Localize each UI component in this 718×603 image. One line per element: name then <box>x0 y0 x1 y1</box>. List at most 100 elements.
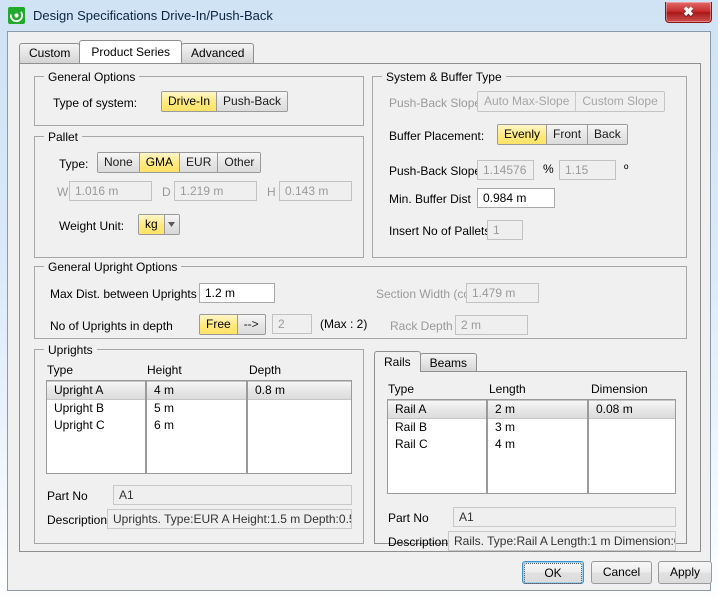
buffer-placement-segmented[interactable]: Evenly Front Back <box>497 124 628 145</box>
pallet-width-label: W <box>57 185 69 199</box>
section-width-field[interactable]: 1.479 m <box>466 283 539 303</box>
no-uprights-field[interactable]: 2 <box>272 314 312 334</box>
buffer-placement-option-front[interactable]: Front <box>547 125 589 144</box>
type-of-system-option-drive-in[interactable]: Drive-In <box>162 92 218 111</box>
list-item[interactable]: Upright A <box>47 381 145 400</box>
uprights-height-list[interactable]: 4 m 5 m 6 m <box>146 380 247 474</box>
percent-symbol: % <box>543 162 554 176</box>
pallet-depth-field[interactable]: 1.219 m <box>174 181 257 201</box>
list-item[interactable]: Rail A <box>388 400 486 419</box>
list-item[interactable]: 6 m <box>147 417 246 434</box>
rails-panel: Type Length Dimension Rail A Rail B Rail… <box>374 371 687 551</box>
rails-dimension-list[interactable]: 0.08 m <box>588 399 676 494</box>
list-item[interactable]: 5 m <box>147 400 246 417</box>
uprights-header-depth: Depth <box>249 363 282 377</box>
uprights-depth-list[interactable]: 0.8 m <box>247 380 352 474</box>
section-width-label: Section Width (cc) <box>376 287 474 301</box>
ok-button[interactable]: OK <box>522 561 584 584</box>
degree-symbol: º <box>624 162 629 176</box>
type-of-system-option-push-back[interactable]: Push-Back <box>217 92 288 111</box>
list-item[interactable]: 3 m <box>488 419 587 436</box>
push-back-slope-option-custom[interactable]: Custom Slope <box>576 92 664 111</box>
push-back-slope-segmented[interactable]: Auto Max-Slope Custom Slope <box>477 91 665 112</box>
pallet-width-field[interactable]: 1.016 m <box>69 181 152 201</box>
product-series-panel: General Options Type of system: Drive-In… <box>19 63 701 552</box>
list-item[interactable]: Rail B <box>388 419 486 436</box>
tab-advanced[interactable]: Advanced <box>181 43 255 63</box>
list-item[interactable]: 0.8 m <box>248 381 351 400</box>
weight-unit-label: Weight Unit: <box>59 219 125 233</box>
rails-type-list[interactable]: Rail A Rail B Rail C <box>387 399 487 494</box>
pallet-legend: Pallet <box>44 130 83 144</box>
min-buffer-dist-field[interactable]: 0.984 m <box>477 188 555 208</box>
pallet-type-segmented[interactable]: None GMA EUR Other <box>97 152 262 173</box>
uprights-type-list[interactable]: Upright A Upright B Upright C <box>46 380 146 474</box>
dialog-window: Design Specifications Drive-In/Push-Back… <box>0 0 718 603</box>
no-uprights-mode-toggle[interactable]: Free --> <box>199 314 266 335</box>
tab-rails[interactable]: Rails <box>374 351 421 372</box>
weight-unit-value[interactable]: kg <box>139 215 165 234</box>
general-upright-legend: General Upright Options <box>44 260 182 274</box>
push-back-slope-type-label: Push-Back Slope: <box>389 96 485 110</box>
general-options-group: General Options Type of system: Drive-In… <box>34 70 364 126</box>
push-back-slope-option-auto[interactable]: Auto Max-Slope <box>478 92 577 111</box>
pallet-type-option-eur[interactable]: EUR <box>180 153 219 172</box>
uprights-part-no-field[interactable]: A1 <box>113 485 352 505</box>
weight-unit-combobox[interactable]: kg <box>138 214 180 235</box>
list-item[interactable]: Upright B <box>47 400 145 417</box>
pallet-type-option-gma[interactable]: GMA <box>139 153 181 172</box>
uprights-description-label: Description <box>47 513 108 527</box>
uprights-part-no-label: Part No <box>47 489 88 503</box>
rails-part-no-field[interactable]: A1 <box>453 507 676 527</box>
pallet-height-label: H <box>267 185 276 199</box>
slope-percent-field[interactable]: 1.14576 <box>477 160 534 180</box>
rails-description-label: Description <box>388 535 449 549</box>
rails-description-field[interactable]: Rails. Type:Rail A Length:1 m Dimension:… <box>448 531 676 551</box>
list-item[interactable]: 4 m <box>488 436 587 453</box>
pallet-height-field[interactable]: 0.143 m <box>279 181 352 201</box>
list-item[interactable]: 0.08 m <box>589 400 675 419</box>
apply-button[interactable]: Apply <box>658 561 712 584</box>
uprights-header-type: Type <box>47 363 74 377</box>
buffer-placement-label: Buffer Placement: <box>389 129 485 143</box>
max-dist-label: Max Dist. between Uprights <box>50 287 197 301</box>
buffer-placement-option-evenly[interactable]: Evenly <box>498 125 548 144</box>
general-upright-options-group: General Upright Options Max Dist. betwee… <box>34 260 687 339</box>
list-item[interactable]: Upright C <box>47 417 145 434</box>
pallet-type-option-other[interactable]: Other <box>218 153 261 172</box>
ok-button-label: OK <box>524 563 582 584</box>
close-button[interactable]: ✖ <box>665 2 712 23</box>
slope-label: Push-Back Slope <box>389 164 482 178</box>
pallet-type-option-none[interactable]: None <box>98 153 140 172</box>
max-note: (Max : 2) <box>320 317 368 331</box>
no-uprights-arrow-button[interactable]: --> <box>237 315 265 334</box>
max-dist-field[interactable]: 1.2 m <box>199 283 275 303</box>
uprights-description-field[interactable]: Uprights. Type:EUR A Height:1.5 m Depth:… <box>107 509 352 529</box>
main-tabstrip: Custom Product Series Advanced <box>19 40 255 63</box>
rails-header-type: Type <box>388 382 415 396</box>
rails-tabstrip: Rails Beams <box>374 351 478 372</box>
pallet-depth-label: D <box>162 185 171 199</box>
rails-header-length: Length <box>489 382 526 396</box>
tab-beams[interactable]: Beams <box>419 353 478 372</box>
system-buffer-group: System & Buffer Type Push-Back Slope: Au… <box>372 70 687 258</box>
list-item[interactable]: 4 m <box>147 381 246 400</box>
type-of-system-segmented[interactable]: Drive-In Push-Back <box>161 91 289 112</box>
title-bar: Design Specifications Drive-In/Push-Back… <box>0 0 718 30</box>
list-item[interactable]: 2 m <box>488 400 587 419</box>
list-item[interactable]: Rail C <box>388 436 486 453</box>
rails-length-list[interactable]: 2 m 3 m 4 m <box>487 399 588 494</box>
no-uprights-mode-free[interactable]: Free <box>200 315 238 334</box>
chevron-down-icon[interactable] <box>164 215 179 234</box>
buffer-placement-option-back[interactable]: Back <box>588 125 627 144</box>
tab-custom[interactable]: Custom <box>19 43 81 63</box>
spiral-icon <box>8 6 25 24</box>
slope-degree-field[interactable]: 1.15 <box>559 160 616 180</box>
tab-product-series[interactable]: Product Series <box>79 40 183 63</box>
window-title: Design Specifications Drive-In/Push-Back <box>33 7 273 23</box>
cancel-button[interactable]: Cancel <box>591 561 652 584</box>
no-uprights-label: No of Uprights in depth <box>50 319 173 333</box>
insert-pallets-field[interactable]: 1 <box>487 220 523 240</box>
rack-depth-field[interactable]: 2 m <box>455 315 528 335</box>
pallet-group: Pallet Type: None GMA EUR Other W 1.016 … <box>34 130 364 258</box>
